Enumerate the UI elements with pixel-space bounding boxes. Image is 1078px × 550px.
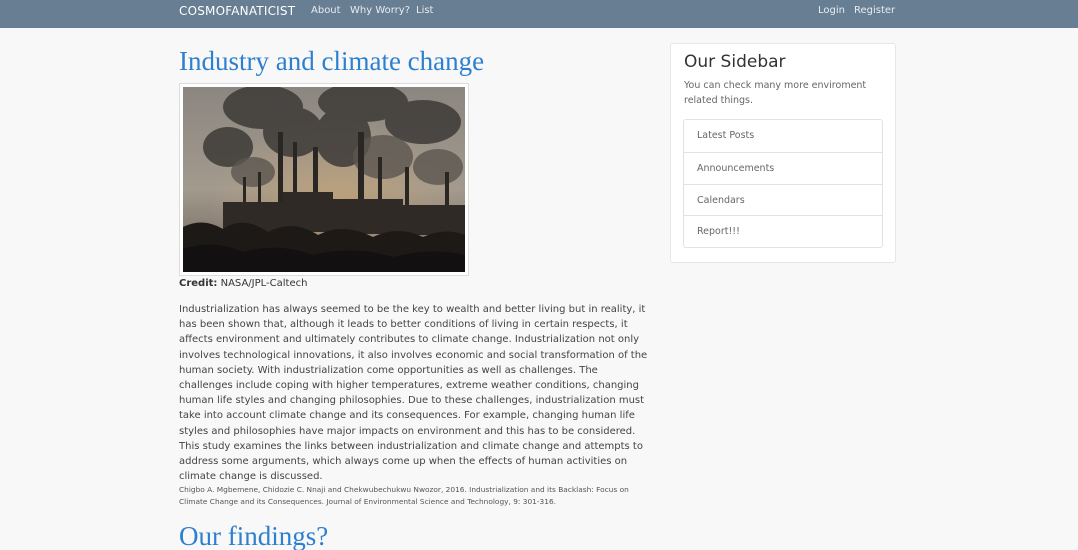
sidebar-description: You can check many more enviroment relat… [684, 80, 867, 106]
nav-link-list[interactable]: List [416, 5, 433, 16]
credit-label: Credit: [179, 278, 218, 289]
sidebar-list: Latest Posts Announcements Calendars Rep… [683, 119, 883, 248]
brand-link[interactable]: COSMOFANATICIST [179, 4, 295, 18]
sidebar-item-announcements[interactable]: Announcements [684, 151, 882, 184]
image-credit: Credit: NASA/JPL-Caltech [179, 278, 307, 289]
nav-link-register[interactable]: Register [854, 5, 895, 16]
nav-link-login[interactable]: Login [818, 5, 845, 16]
credit-value: NASA/JPL-Caltech [217, 278, 308, 289]
sidebar-item-calendars[interactable]: Calendars [684, 183, 882, 216]
nav-link-why-worry[interactable]: Why Worry? [350, 5, 410, 16]
article-body: Industrialization has always seemed to b… [179, 304, 648, 483]
article-image [179, 83, 469, 276]
industrial-smoke-image [183, 87, 465, 272]
sidebar: Our Sidebar You can check many more envi… [670, 43, 896, 263]
page-title: Industry and climate change [179, 46, 485, 76]
sidebar-item-report[interactable]: Report!!! [684, 215, 882, 247]
sidebar-title: Our Sidebar [684, 52, 786, 72]
nav-link-about[interactable]: About [311, 5, 341, 16]
article-citation: Chigbo A. Mgbemene, Chidozie C. Nnaji an… [179, 485, 629, 506]
top-navbar: COSMOFANATICIST About Why Worry? List Lo… [0, 0, 1078, 28]
findings-heading: Our findings? [179, 521, 329, 550]
sidebar-item-latest-posts[interactable]: Latest Posts [684, 120, 882, 152]
